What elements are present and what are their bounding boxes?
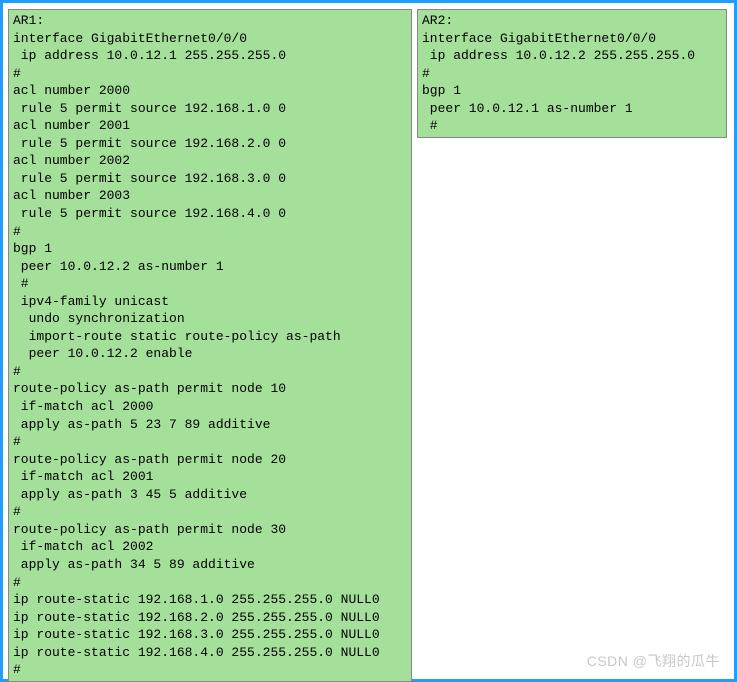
watermark: CSDN @飞翔的瓜牛	[587, 652, 720, 671]
ar1-config-panel: AR1: interface GigabitEthernet0/0/0 ip a…	[8, 9, 412, 682]
ar2-config-panel: AR2: interface GigabitEthernet0/0/0 ip a…	[417, 9, 727, 138]
config-container: AR1: interface GigabitEthernet0/0/0 ip a…	[0, 0, 737, 682]
